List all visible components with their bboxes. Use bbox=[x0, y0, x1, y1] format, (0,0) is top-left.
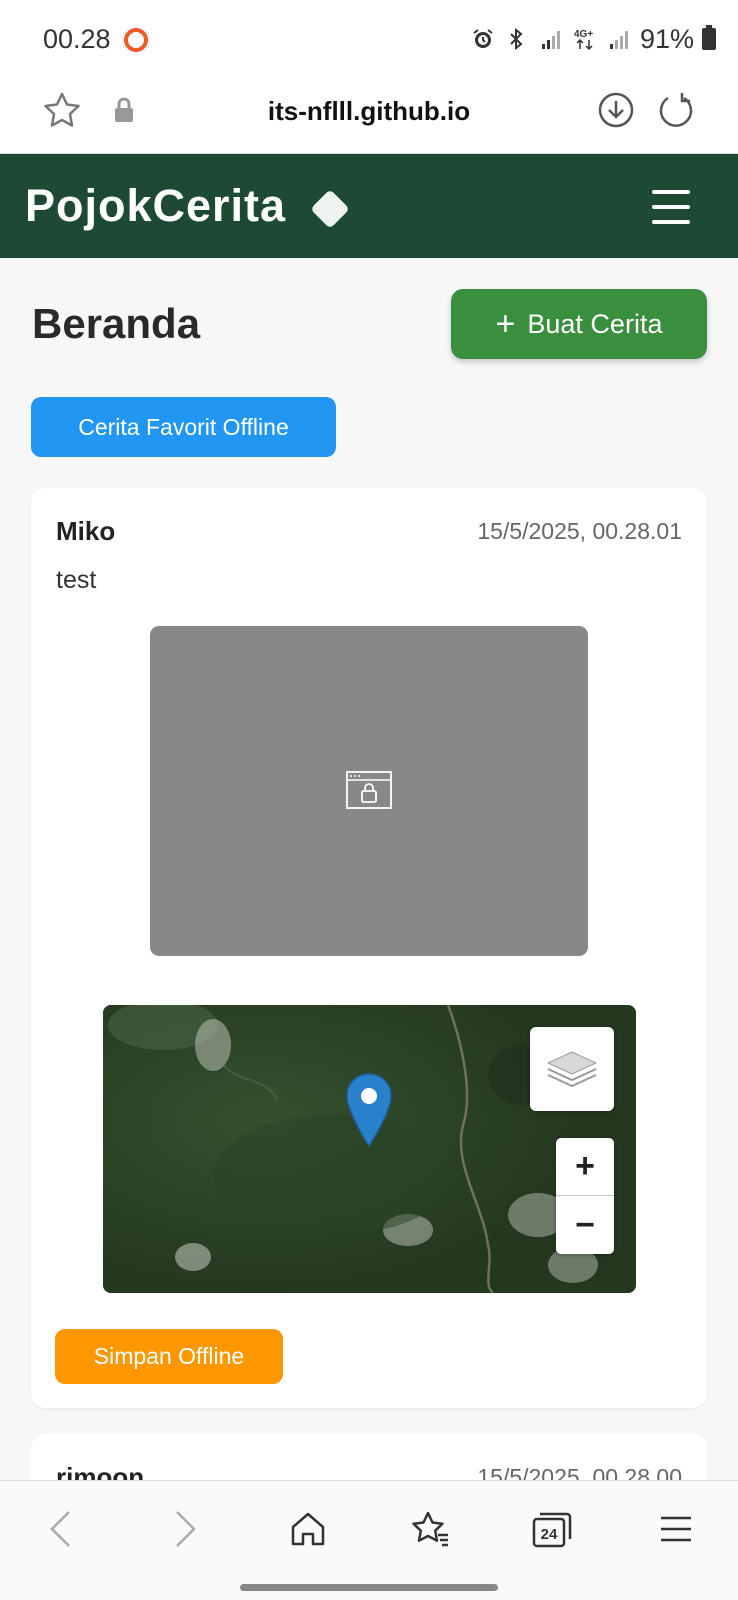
app-header: PojokCerita bbox=[0, 154, 738, 258]
svg-text:4G+: 4G+ bbox=[574, 29, 593, 40]
story-author: Miko bbox=[56, 516, 116, 546]
back-icon[interactable] bbox=[38, 1507, 82, 1551]
create-story-button[interactable]: + Buat Cerita bbox=[451, 289, 707, 359]
status-bar: 00.28 4G+ 91% bbox=[0, 0, 738, 78]
signal-icon bbox=[538, 26, 564, 52]
blocked-image-icon bbox=[346, 771, 392, 814]
notification-ring-icon bbox=[124, 28, 148, 52]
map-zoom-control: + − bbox=[556, 1138, 614, 1254]
menu-icon[interactable] bbox=[654, 1507, 698, 1551]
gesture-home-indicator[interactable] bbox=[240, 1584, 498, 1591]
hamburger-menu-icon[interactable] bbox=[652, 190, 690, 224]
battery-percentage: 91% bbox=[639, 23, 694, 54]
home-icon[interactable] bbox=[286, 1507, 330, 1551]
tabs-icon[interactable]: 24 bbox=[530, 1507, 574, 1551]
story-description: test bbox=[56, 566, 97, 594]
story-location-map[interactable]: + − bbox=[103, 1005, 636, 1293]
zoom-out-button[interactable]: − bbox=[556, 1196, 614, 1254]
favorite-offline-button[interactable]: Cerita Favorit Offline bbox=[31, 397, 336, 457]
tabs-count: 24 bbox=[541, 1526, 558, 1543]
status-time: 00.28 bbox=[43, 24, 111, 54]
forward-icon[interactable] bbox=[164, 1507, 208, 1551]
zoom-in-button[interactable]: + bbox=[556, 1138, 614, 1196]
story-date: 15/5/2025, 00.28.01 bbox=[477, 518, 682, 544]
plus-icon: + bbox=[495, 305, 516, 343]
diamond-logo-icon bbox=[307, 186, 353, 237]
signal-icon bbox=[606, 26, 632, 52]
bluetooth-icon bbox=[504, 26, 530, 52]
browser-url-bar: its-nflll.github.io bbox=[0, 78, 738, 154]
save-offline-button[interactable]: Simpan Offline bbox=[55, 1329, 283, 1384]
alarm-icon bbox=[470, 26, 496, 52]
page: 00.28 4G+ 91% its-nflll.github.io PojokC… bbox=[0, 0, 738, 1600]
layers-icon bbox=[546, 1051, 598, 1088]
download-icon[interactable] bbox=[596, 90, 636, 135]
page-title: Beranda bbox=[32, 300, 201, 347]
reload-icon[interactable] bbox=[656, 90, 696, 135]
bookmarks-icon[interactable] bbox=[408, 1507, 452, 1551]
story-image bbox=[150, 626, 588, 956]
4g-icon: 4G+ bbox=[572, 26, 598, 52]
map-layers-button[interactable] bbox=[530, 1027, 614, 1111]
status-icons: 4G+ 91% bbox=[470, 22, 716, 56]
location-marker-icon[interactable] bbox=[344, 1072, 394, 1153]
browser-bottom-nav: 24 bbox=[0, 1480, 738, 1600]
create-story-label: Buat Cerita bbox=[527, 308, 663, 339]
story-card: Miko 15/5/2025, 00.28.01 test + − Simpan… bbox=[31, 488, 707, 1408]
brand-title[interactable]: PojokCerita bbox=[25, 180, 286, 232]
battery-icon bbox=[702, 25, 716, 50]
